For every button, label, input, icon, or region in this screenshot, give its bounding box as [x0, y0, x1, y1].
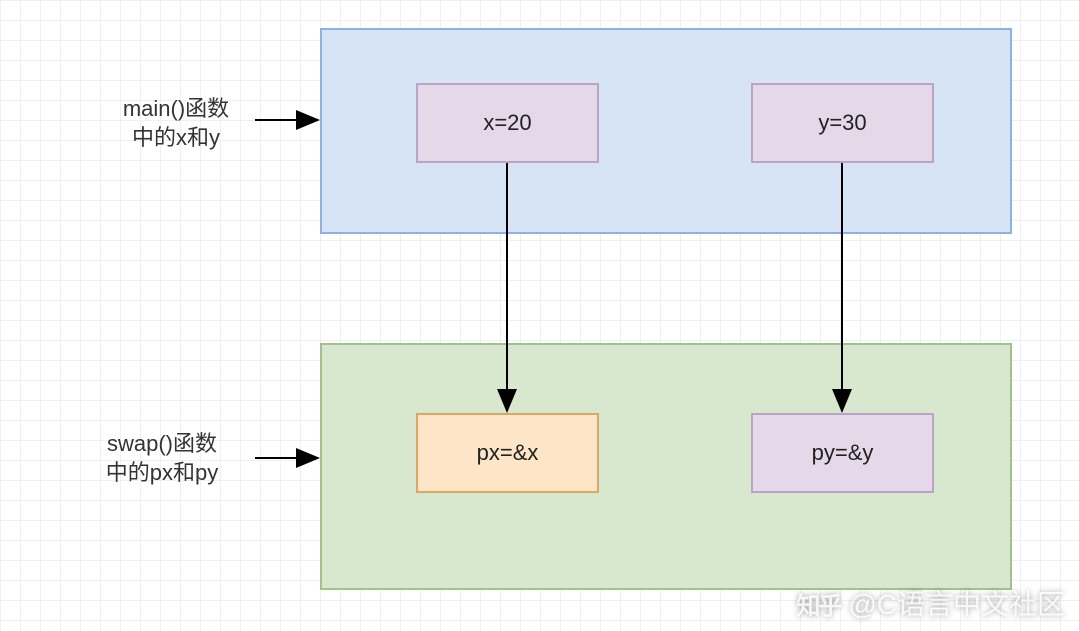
- pointer-px-node: px=&x: [416, 413, 599, 493]
- variable-x-label: x=20: [483, 110, 531, 136]
- swap-function-label: swap()函数 中的px和py: [82, 430, 242, 487]
- variable-x-node: x=20: [416, 83, 599, 163]
- pointer-px-label: px=&x: [477, 440, 539, 466]
- pointer-py-label: py=&y: [812, 440, 874, 466]
- swap-label-line2: 中的px和py: [106, 460, 218, 485]
- pointer-py-node: py=&y: [751, 413, 934, 493]
- swap-label-line1: swap()函数: [107, 431, 217, 456]
- main-label-line1: main()函数: [123, 96, 229, 121]
- zhihu-logo: 知乎: [796, 586, 840, 621]
- watermark: 知乎 @C语言中文社区: [796, 583, 1065, 623]
- main-function-label: main()函数 中的x和y: [106, 95, 246, 152]
- variable-y-label: y=30: [818, 110, 866, 136]
- variable-y-node: y=30: [751, 83, 934, 163]
- watermark-text: @C语言中文社区: [848, 583, 1065, 623]
- main-label-line2: 中的x和y: [132, 125, 220, 150]
